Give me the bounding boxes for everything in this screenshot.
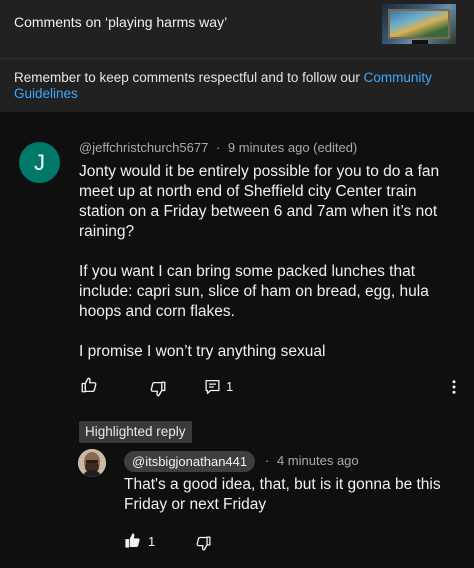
reply-author-pill[interactable]: @itsbigjonathan441: [124, 451, 256, 472]
video-thumbnail[interactable]: [380, 2, 458, 46]
replier-avatar[interactable]: [78, 449, 106, 477]
thumbnail-stand: [412, 40, 428, 44]
comment-paragraph: If you want I can bring some packed lunc…: [79, 263, 429, 320]
comment-author[interactable]: @jeffchristchurch5677: [79, 140, 208, 155]
comments-header: Comments on ‘playing harms way’: [0, 0, 474, 58]
thumbnail-image: [388, 9, 450, 39]
guidelines-message: Remember to keep comments respectful and…: [14, 70, 464, 102]
comment-meta: @jeffchristchurch5677 · 9 minutes ago (e…: [79, 140, 357, 155]
reply-timestamp: 4 minutes ago: [276, 453, 359, 468]
replier-avatar-image: [78, 449, 106, 477]
thumbs-up-icon[interactable]: [80, 376, 98, 394]
comment-body: Jonty would it be entirely possible for …: [79, 162, 464, 382]
commenter-avatar[interactable]: J: [19, 142, 60, 183]
comment-timestamp: 9 minutes ago (edited): [227, 140, 358, 155]
reply-body: That's a good idea, that, but is it gonn…: [124, 476, 441, 513]
comment-paragraph: I promise I won’t try anything sexual: [79, 343, 326, 360]
meta-separator: ·: [215, 140, 221, 155]
meta-separator: ·: [265, 453, 270, 468]
guidelines-text: Remember to keep comments respectful and…: [14, 70, 364, 85]
community-guidelines-banner: Remember to keep comments respectful and…: [0, 58, 474, 112]
reply-like-count: 1: [148, 534, 156, 549]
reply-meta: · 4 minutes ago: [265, 453, 359, 468]
more-vert-icon[interactable]: [448, 378, 460, 396]
thumbs-down-icon[interactable]: [149, 380, 167, 398]
thumbs-down-icon[interactable]: [195, 535, 212, 552]
header-title: Comments on ‘playing harms way’: [14, 14, 228, 30]
thumbs-up-filled-icon[interactable]: [124, 532, 141, 549]
comment-paragraph: Jonty would it be entirely possible for …: [79, 163, 440, 240]
reply-icon[interactable]: [204, 378, 221, 396]
highlighted-reply-badge: Highlighted reply: [79, 421, 192, 443]
reply-count: 1: [226, 379, 234, 394]
